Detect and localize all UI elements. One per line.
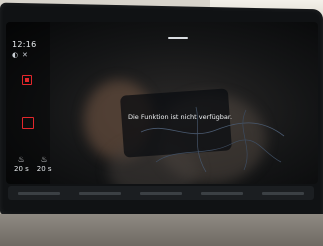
hardware-button[interactable] xyxy=(139,191,182,195)
hardware-button[interactable] xyxy=(201,191,244,195)
pull-down-handle[interactable] xyxy=(168,37,188,39)
seat-heat-icon: ♨ xyxy=(40,155,48,164)
clock: 12:16 xyxy=(12,40,37,49)
menu-button[interactable] xyxy=(22,117,34,129)
hardware-button[interactable] xyxy=(262,191,305,195)
hardware-button-strip xyxy=(8,186,314,200)
tools-icon: ✕ xyxy=(22,51,28,59)
hardware-button[interactable] xyxy=(17,191,60,195)
seat-heat-right[interactable]: ♨ 20 s xyxy=(37,155,52,173)
infotainment-screen xyxy=(6,22,318,184)
seat-heating-controls: ♨ 20 s ♨ 20 s xyxy=(14,155,52,173)
photo-scene: 12:16 ◐ ✕ ♨ 20 s ♨ 20 s Die Funktion ist… xyxy=(0,0,323,246)
status-icons: ◐ ✕ xyxy=(12,52,29,59)
home-button[interactable] xyxy=(22,75,32,85)
home-icon xyxy=(25,78,29,82)
seat-heat-value: 20 s xyxy=(14,165,29,173)
dashboard-surface xyxy=(0,214,323,246)
seat-heat-left[interactable]: ♨ 20 s xyxy=(14,155,29,173)
seat-heat-value: 20 s xyxy=(36,165,52,173)
hardware-button[interactable] xyxy=(78,191,121,195)
unavailable-message: Die Funktion ist nicht verfügbar. xyxy=(127,113,233,121)
seat-heat-icon: ♨ xyxy=(17,155,25,164)
connection-icon: ◐ xyxy=(12,51,19,59)
